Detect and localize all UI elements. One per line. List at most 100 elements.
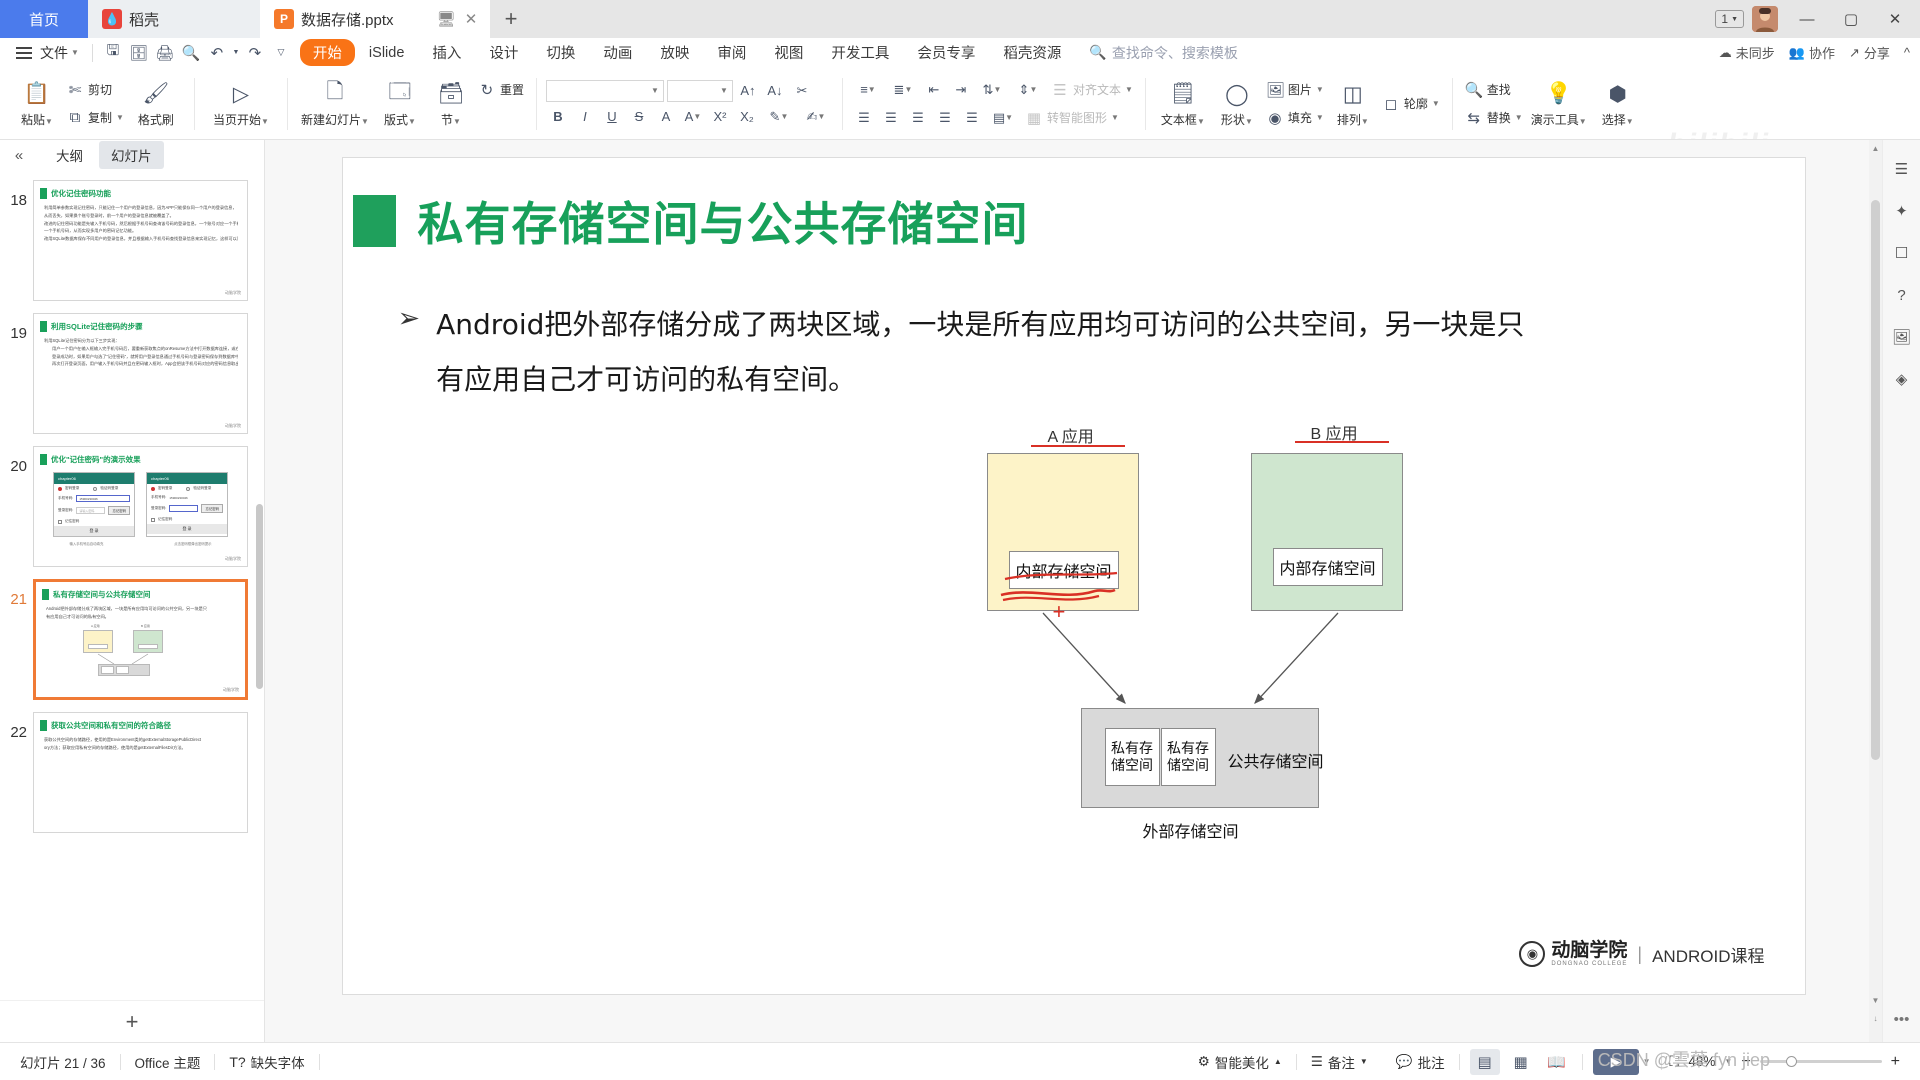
align-right-icon[interactable]: ☰	[906, 107, 930, 129]
sparkle-icon[interactable]: ✦	[1889, 198, 1915, 224]
underline-icon[interactable]: U	[600, 106, 624, 128]
tab-outline[interactable]: 大纲	[44, 141, 95, 169]
fill-button[interactable]: ◉ 填充 ▼	[1263, 106, 1327, 130]
restore-badge[interactable]: 1 ▼	[1715, 10, 1744, 28]
slide-bullet-block[interactable]: ➢ Android把外部存储分成了两块区域，一块是所有应用均可访问的公共空间，另…	[398, 298, 1805, 407]
font-size-input[interactable]: ▼	[666, 79, 733, 102]
tab-insert[interactable]: 插入	[418, 39, 475, 66]
shadow-icon[interactable]: A	[654, 106, 678, 128]
line-spacing-icon[interactable]: ⇅ ▼	[976, 79, 1008, 101]
superscript-icon[interactable]: X²	[708, 106, 732, 128]
zoom-out-button[interactable]: −	[1741, 1053, 1750, 1071]
tab-design[interactable]: 设计	[475, 39, 532, 66]
zoom-level-label[interactable]: 48%	[1688, 1054, 1715, 1069]
slide-count-indicator[interactable]: 幻灯片 21 / 36	[12, 1052, 120, 1072]
convert-smartart-button[interactable]: ▦ 转智能图形 ▼	[1022, 106, 1122, 130]
align-center-icon[interactable]: ☰	[879, 107, 903, 129]
section-button[interactable]: 🗃 节▼	[427, 72, 475, 136]
settings-slider-icon[interactable]: ☰	[1889, 156, 1915, 182]
add-slide-button[interactable]: +	[0, 1000, 264, 1042]
present-tools-button[interactable]: 💡 演示工具▼	[1526, 72, 1592, 136]
reset-button[interactable]: ↻ 重置	[475, 78, 527, 102]
print-icon[interactable]: 🖨	[152, 41, 178, 65]
cut-button[interactable]: ✄ 剪切	[63, 78, 127, 102]
maximize-button[interactable]: ▢	[1830, 0, 1872, 38]
slide-thumbnail-selected[interactable]: 私有存储空间与公共存储空间 Android把外部存储分成了两块区域，一块是所有应…	[33, 579, 248, 700]
justify-icon[interactable]: ☰	[933, 107, 957, 129]
list-item[interactable]: 18 优化记住密码功能 利用简单参数实现记住密码，只能记住一个用户的登录信息，因…	[0, 174, 264, 307]
grow-font-icon[interactable]: A↑	[736, 80, 760, 102]
collapse-panel-button[interactable]: «	[8, 147, 30, 164]
print-preview-icon[interactable]: 🔍	[178, 41, 204, 65]
tab-review[interactable]: 审阅	[703, 39, 760, 66]
align-left-icon[interactable]: ☰	[852, 107, 876, 129]
char-spacing-icon[interactable]: ✎ ▼	[762, 106, 796, 128]
tab-start[interactable]: 开始	[299, 39, 355, 66]
reading-view-button[interactable]: 📖	[1542, 1049, 1572, 1075]
distribute-icon[interactable]: ☰	[960, 107, 984, 129]
close-button[interactable]: ✕	[1874, 0, 1916, 38]
collaborate-button[interactable]: 👥 协作	[1789, 43, 1835, 62]
search-command-box[interactable]: 🔍 查找命令、搜索模板	[1089, 43, 1237, 63]
select-button[interactable]: ⬢ 选择▼	[1592, 72, 1644, 136]
file-menu-button[interactable]: 文件 ▼	[10, 41, 85, 65]
zoom-slider-knob[interactable]	[1785, 1056, 1797, 1067]
missing-font-indicator[interactable]: T? 缺失字体	[215, 1052, 318, 1072]
bold-icon[interactable]: B	[546, 106, 570, 128]
slide-sorter-view-button[interactable]: ▦	[1506, 1049, 1536, 1075]
close-tab-icon[interactable]: ✕	[462, 10, 480, 28]
new-tab-button[interactable]: +	[490, 0, 532, 38]
tab-daoke-resources[interactable]: 稻壳资源	[989, 39, 1075, 66]
find-button[interactable]: 🔍 查找	[1462, 78, 1526, 102]
font-name-input[interactable]: ▼	[545, 79, 664, 102]
list-item[interactable]: 21 私有存储空间与公共存储空间 Android把外部存储分成了两块区域，一块是…	[0, 573, 264, 706]
text-direction-icon[interactable]: ⇕ ▼	[1011, 79, 1045, 101]
slide-thumbnail[interactable]: 优化记住密码功能 利用简单参数实现记住密码，只能记住一个用户的登录信息，因为AP…	[33, 180, 248, 301]
list-item[interactable]: 20 优化"记住密码"的演示效果 chapter06 密码登录 验证码登录 手机…	[0, 440, 264, 573]
tab-slideshow[interactable]: 放映	[646, 39, 703, 66]
frame-icon[interactable]: ☐	[1889, 240, 1915, 266]
start-from-current-button[interactable]: ▷ 当页开始▼	[204, 72, 278, 136]
copy-button[interactable]: ⧉ 复制 ▼	[63, 106, 127, 130]
start-slideshow-button[interactable]: ▶	[1592, 1048, 1639, 1075]
arrange-button[interactable]: ◫ 排列▼	[1327, 72, 1379, 136]
next-slide-arrow-icon[interactable]: ↓	[1869, 1010, 1882, 1026]
smart-beautify-button[interactable]: ⚙ 智能美化 ▲	[1184, 1052, 1296, 1072]
align-text-button[interactable]: ☰ 对齐文本 ▼	[1048, 78, 1136, 102]
textbox-button[interactable]: 🗒 文本框▼	[1155, 72, 1211, 136]
tab-view[interactable]: 视图	[760, 39, 817, 66]
slide-thumbnail-list[interactable]: 18 优化记住密码功能 利用简单参数实现记住密码，只能记住一个用户的登录信息，因…	[0, 170, 264, 1000]
image-tool-icon[interactable]: 🖼	[1889, 324, 1915, 350]
paste-button[interactable]: 📋 粘贴▼	[11, 72, 63, 136]
new-slide-button[interactable]: 🗋 新建幻灯片▼	[297, 72, 373, 136]
list-item[interactable]: 22 获取公共空间和私有空间的符合路径 获取公共空间的存储路径，使用的是Envi…	[0, 706, 264, 839]
scroll-up-arrow-icon[interactable]: ▲	[1869, 140, 1882, 156]
panel-scrollbar-thumb[interactable]	[256, 504, 263, 689]
clear-format-icon[interactable]: ✂	[790, 80, 814, 102]
theme-indicator[interactable]: Office 主题	[121, 1052, 215, 1072]
picture-button[interactable]: 🖼 图片 ▼	[1263, 78, 1327, 102]
tab-animation[interactable]: 动画	[589, 39, 646, 66]
decrease-indent-icon[interactable]: ⇤	[922, 79, 946, 101]
customize-icon[interactable]: ▽	[268, 41, 294, 65]
ribbon-collapse-button[interactable]: ^	[1904, 45, 1910, 60]
zoom-slider-track[interactable]	[1759, 1056, 1882, 1067]
tab-developer[interactable]: 开发工具	[817, 39, 903, 66]
tab-member[interactable]: 会员专享	[903, 39, 989, 66]
home-tab[interactable]: 首页	[0, 0, 88, 38]
strikethrough-icon[interactable]: S	[627, 106, 651, 128]
format-painter-button[interactable]: 🖌 格式刷	[127, 72, 185, 136]
slide-thumbnail[interactable]: 获取公共空间和私有空间的符合路径 获取公共空间的存储路径，使用的是Environ…	[33, 712, 248, 833]
minimize-button[interactable]: —	[1786, 0, 1828, 38]
increase-indent-icon[interactable]: ⇥	[949, 79, 973, 101]
editor-vertical-scrollbar[interactable]: ▲ ▼ ↓	[1869, 140, 1882, 1042]
more-tools-button[interactable]: •••	[1894, 1011, 1910, 1028]
tab-transition[interactable]: 切换	[532, 39, 589, 66]
panel-scrollbar[interactable]	[255, 204, 264, 1000]
save-icon[interactable]: 🖫	[100, 41, 126, 65]
save-as-icon[interactable]: 🗄	[126, 41, 152, 65]
tab-islide[interactable]: iSlide	[355, 42, 418, 64]
document-tab-daoke[interactable]: 💧 稻壳	[88, 0, 260, 38]
scrollbar-thumb[interactable]	[1871, 200, 1880, 760]
zoom-in-button[interactable]: +	[1891, 1053, 1900, 1071]
